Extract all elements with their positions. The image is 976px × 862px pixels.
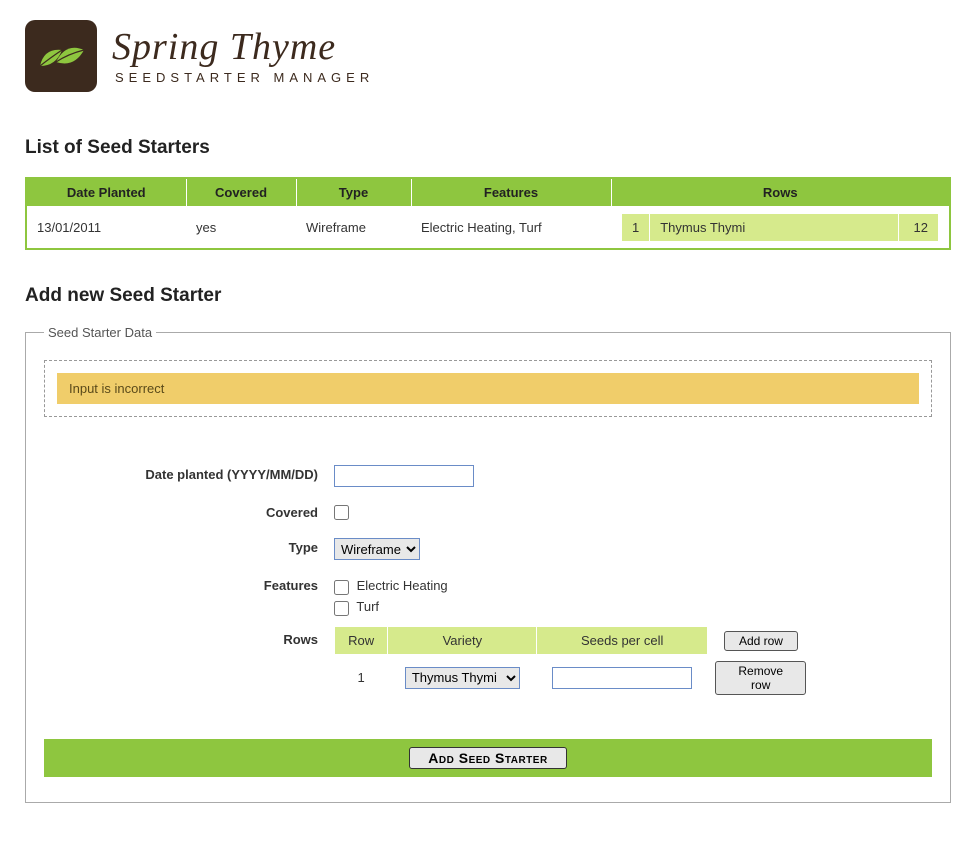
- error-message: Input is incorrect: [57, 373, 919, 404]
- feature-label: Electric Heating: [357, 578, 448, 593]
- rows-col-seeds: Seeds per cell: [537, 627, 707, 655]
- rows-col-row: Row: [335, 627, 388, 655]
- app-logo-header: Spring Thyme SEEDSTARTER MANAGER: [25, 10, 951, 102]
- feature-label: Turf: [356, 599, 379, 614]
- nested-row-seeds: 12: [899, 214, 939, 242]
- col-features: Features: [411, 178, 611, 207]
- feature-checkbox-turf[interactable]: [334, 601, 349, 616]
- col-date: Date Planted: [26, 178, 186, 207]
- cell-date: 13/01/2011: [26, 207, 186, 250]
- covered-checkbox[interactable]: [334, 505, 349, 520]
- label-type: Type: [44, 530, 334, 568]
- label-rows: Rows: [44, 626, 334, 709]
- nested-row-num: 1: [622, 214, 650, 242]
- add-row-button[interactable]: Add row: [724, 631, 798, 651]
- error-container: Input is incorrect: [44, 360, 932, 417]
- cell-rows: 1 Thymus Thymi 12: [611, 207, 950, 250]
- nested-row-variety: Thymus Thymi: [650, 214, 899, 242]
- list-heading: List of Seed Starters: [25, 137, 951, 159]
- form-heading: Add new Seed Starter: [25, 285, 951, 307]
- feature-checkbox-electric-heating[interactable]: [334, 580, 349, 595]
- leaves-icon: [25, 20, 97, 92]
- cell-covered: yes: [186, 207, 296, 250]
- col-type: Type: [296, 178, 411, 207]
- seeds-input[interactable]: [552, 667, 692, 689]
- submit-bar: Add Seed Starter: [44, 739, 932, 777]
- table-row: 13/01/2011 yes Wireframe Electric Heatin…: [26, 207, 950, 250]
- rows-col-variety: Variety: [388, 627, 537, 655]
- variety-select[interactable]: Thymus Thymi: [405, 667, 520, 689]
- type-select[interactable]: Wireframe: [334, 538, 420, 560]
- cell-features: Electric Heating, Turf: [411, 207, 611, 250]
- date-input[interactable]: [334, 465, 474, 487]
- remove-row-button[interactable]: Remove row: [715, 661, 806, 695]
- col-covered: Covered: [186, 178, 296, 207]
- seedstarter-table: Date Planted Covered Type Features Rows …: [25, 177, 951, 250]
- rows-editor-num: 1: [335, 655, 388, 701]
- app-subtitle: SEEDSTARTER MANAGER: [112, 70, 374, 85]
- seedstarter-fieldset: Seed Starter Data Input is incorrect Dat…: [25, 325, 951, 803]
- label-covered: Covered: [44, 495, 334, 530]
- label-features: Features: [44, 568, 334, 626]
- app-title: Spring Thyme: [112, 28, 374, 66]
- add-seed-starter-button[interactable]: Add Seed Starter: [409, 747, 566, 769]
- fieldset-legend: Seed Starter Data: [44, 325, 156, 340]
- label-date: Date planted (YYYY/MM/DD): [44, 457, 334, 495]
- cell-type: Wireframe: [296, 207, 411, 250]
- col-rows: Rows: [611, 178, 950, 207]
- rows-editor-table: Row Variety Seeds per cell Add row: [334, 626, 814, 701]
- rows-editor-row: 1 Thymus Thymi: [335, 655, 815, 701]
